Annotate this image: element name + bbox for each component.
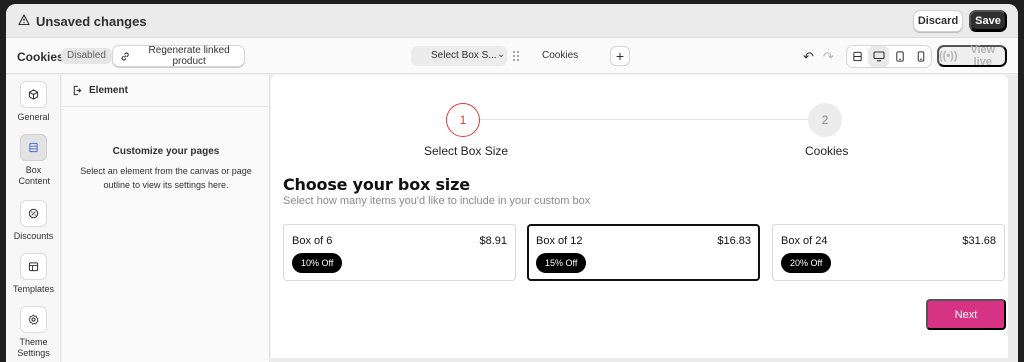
cube-icon — [20, 81, 47, 108]
sidebar-item-label: General — [17, 112, 50, 122]
step-progress-line — [473, 119, 809, 120]
device-preview-group — [846, 45, 932, 68]
page-subheading: Select how many items you'd like to incl… — [283, 195, 591, 207]
step-2-label: Cookies — [805, 144, 849, 158]
empty-state-text: Select an element from the canvas or pag… — [80, 166, 252, 190]
status-badge: Disabled — [61, 48, 112, 64]
step-1-indicator[interactable]: 1 — [446, 103, 480, 137]
editor-toolbar: Cookies Disabled Regenerate linked produ… — [6, 38, 1018, 74]
discount-badge: 10% Off — [292, 253, 343, 273]
unsaved-changes-text: Unsaved changes — [36, 14, 147, 29]
page-select-dropdown[interactable]: Select Box S... ⌄ — [411, 46, 507, 66]
discount-badge: 15% Off — [536, 253, 587, 273]
save-button[interactable]: Save — [969, 10, 1007, 32]
sidebar-item-discounts[interactable]: Discounts — [6, 200, 61, 241]
desktop-icon[interactable] — [868, 46, 889, 67]
plus-icon: + — [615, 48, 625, 64]
option-name: Box of 12 — [536, 235, 583, 247]
sidebar-item-general[interactable]: General — [6, 81, 61, 122]
regenerate-label: Regenerate linked product — [148, 45, 230, 67]
discount-badge: 20% Off — [781, 253, 832, 273]
step-1-label: Select Box Size — [424, 144, 509, 158]
box-option-12[interactable]: Box of 12 $16.83 15% Off — [527, 224, 760, 281]
element-settings-panel: Element Customize your pages Select an e… — [62, 75, 270, 362]
flow-title: Cookies — [17, 50, 64, 64]
preview-canvas[interactable]: 1 2 Select Box Size Cookies Choose your … — [271, 75, 1008, 358]
option-price: $31.68 — [962, 235, 996, 247]
discount-icon — [20, 200, 47, 227]
option-name: Box of 24 — [781, 235, 828, 247]
page-select-value: Select Box S... — [431, 50, 497, 61]
sidebar-item-label: Theme Settings — [17, 337, 50, 358]
empty-state-title: Customize your pages — [112, 146, 220, 157]
mobile-icon[interactable] — [910, 46, 931, 67]
sidebar-item-label: Templates — [12, 284, 55, 294]
left-sidebar: General Box Content Discounts Templates … — [6, 75, 61, 362]
page-tab-cookies[interactable]: Cookies — [542, 50, 578, 61]
element-icon — [73, 85, 82, 96]
link-icon — [121, 51, 129, 61]
box-option-6[interactable]: Box of 6 $8.91 10% Off — [283, 224, 516, 281]
full-width-icon[interactable] — [847, 46, 868, 67]
regenerate-linked-product-button[interactable]: Regenerate linked product — [112, 45, 245, 67]
sidebar-item-label: Discounts — [13, 231, 54, 241]
chevron-down-icon: ⌄ — [497, 49, 506, 60]
undo-icon[interactable]: ↶ — [803, 49, 814, 65]
view-live-button[interactable]: ((•)) View live — [937, 44, 1007, 68]
unsaved-changes-bar: Unsaved changes Discard Save — [6, 4, 1018, 38]
sidebar-item-theme-settings[interactable]: Theme Settings — [6, 306, 61, 359]
sidebar-item-templates[interactable]: Templates — [6, 253, 61, 294]
discard-button[interactable]: Discard — [913, 10, 963, 32]
add-page-button[interactable]: + — [610, 46, 630, 66]
box-option-24[interactable]: Box of 24 $31.68 20% Off — [772, 224, 1005, 281]
next-button[interactable]: Next — [926, 299, 1006, 330]
option-price: $16.83 — [717, 235, 751, 247]
panel-header: Element — [62, 75, 270, 107]
drag-handle-icon[interactable] — [512, 50, 520, 62]
sidebar-item-box-content[interactable]: Box Content — [6, 134, 61, 187]
view-live-label: View live — [970, 44, 996, 68]
option-name: Box of 6 — [292, 235, 333, 247]
broadcast-icon: ((•)) — [939, 50, 958, 62]
warning-icon — [18, 14, 30, 26]
option-price: $8.91 — [479, 235, 507, 247]
page-heading: Choose your box size — [283, 175, 470, 194]
list-icon — [20, 134, 47, 161]
step-2-indicator[interactable]: 2 — [808, 103, 842, 137]
template-icon — [20, 253, 47, 280]
redo-icon[interactable]: ↷ — [823, 49, 834, 65]
sidebar-item-label: Box Content — [18, 165, 51, 186]
gear-icon — [20, 306, 47, 333]
panel-title: Element — [89, 85, 128, 96]
tablet-icon[interactable] — [889, 46, 910, 67]
